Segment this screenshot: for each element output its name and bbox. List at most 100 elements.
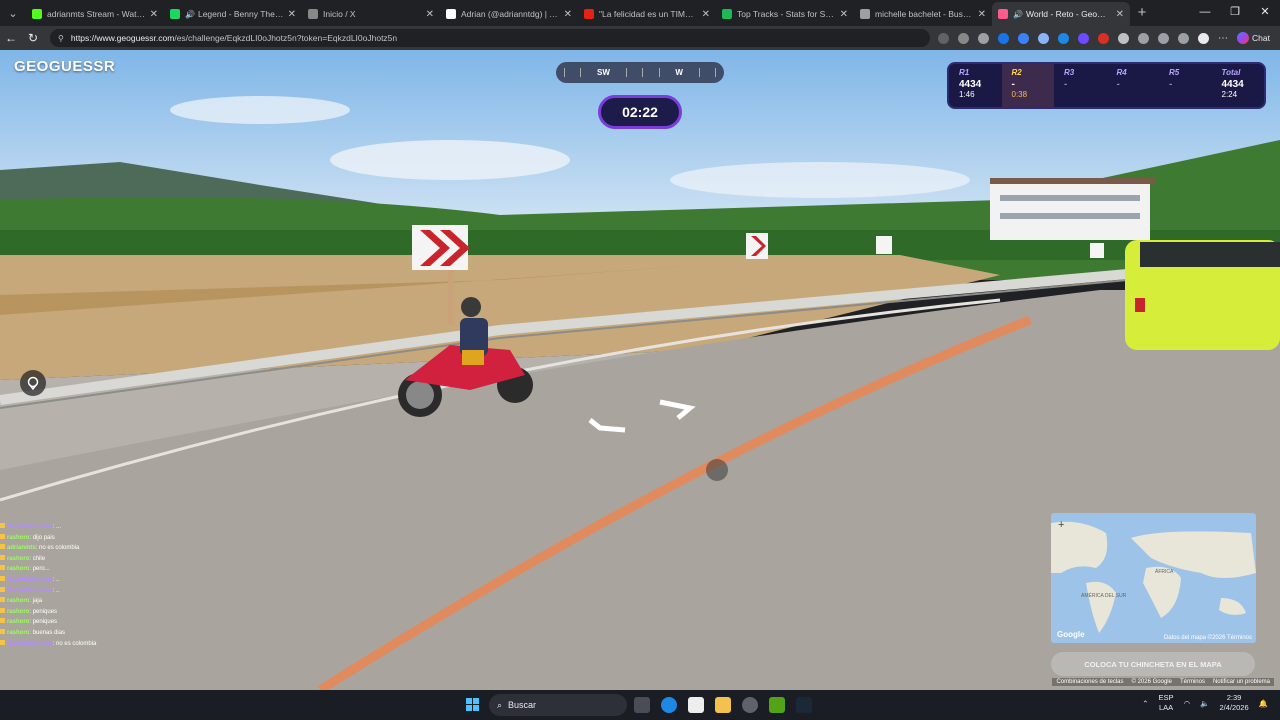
minimize-button[interactable]: — bbox=[1190, 0, 1220, 24]
tab-search-icon[interactable]: ⌄ bbox=[0, 0, 26, 26]
round-score: - bbox=[1169, 79, 1173, 90]
profile-avatar[interactable] bbox=[1198, 32, 1209, 44]
round-label: R3 bbox=[1064, 68, 1075, 77]
report-problem-link[interactable]: Notificar un problema bbox=[1213, 679, 1270, 685]
language-indicator[interactable]: ESP LAA bbox=[1159, 693, 1174, 713]
search-icon: ⌕ bbox=[497, 699, 503, 710]
tab-close-icon[interactable]: ✕ bbox=[564, 9, 572, 20]
terms-link[interactable]: Términos bbox=[1180, 679, 1205, 685]
chat-badge-icon bbox=[0, 565, 5, 571]
browser-tab[interactable]: adrianmts Stream - Watch Live ✕ bbox=[26, 2, 164, 26]
chrome-icon[interactable] bbox=[742, 697, 758, 713]
store-icon[interactable] bbox=[688, 697, 704, 713]
extension-icon[interactable] bbox=[1018, 32, 1029, 44]
browser-tab[interactable]: 🔊Legend - Benny The Butch ✕ bbox=[164, 2, 302, 26]
compass-tick bbox=[642, 68, 644, 77]
extension-icon[interactable] bbox=[1038, 32, 1049, 44]
language-code: ESP bbox=[1158, 693, 1174, 702]
return-to-start-button[interactable] bbox=[20, 370, 46, 396]
extension-icon[interactable] bbox=[998, 32, 1009, 44]
steam-icon[interactable] bbox=[796, 697, 812, 713]
round-score: 4434 bbox=[959, 79, 982, 90]
round-3-score: R3 - bbox=[1054, 64, 1107, 107]
taskbar-search[interactable]: ⌕ Buscar bbox=[489, 694, 627, 716]
extension-icon[interactable] bbox=[1058, 32, 1069, 44]
street-view[interactable]: GEOGUESSR SW W 02:22 R1 4434 1:46 R2-0:38 R3… bbox=[0, 50, 1280, 690]
tab-title: Adrian (@adrianntdg) | TikTok bbox=[461, 9, 560, 19]
reading-list-icon[interactable] bbox=[1158, 32, 1169, 44]
start-button[interactable] bbox=[466, 698, 480, 712]
file-explorer-icon[interactable] bbox=[715, 697, 731, 713]
tab-title: "La felicidad es un TIMO", AM bbox=[599, 9, 698, 19]
chat-text: no es colombia bbox=[56, 640, 97, 647]
streaming-app-icon[interactable] bbox=[769, 697, 785, 713]
notification-bell-icon[interactable]: 🔔 bbox=[1259, 699, 1268, 708]
tab-close-icon[interactable]: ✕ bbox=[288, 9, 296, 20]
taskbar: ⌕ Buscar ⌃ ESP LAA ◠ 🔈 2:39 2/4/2026 🔔 bbox=[0, 690, 1280, 720]
keyboard-shortcuts-link[interactable]: Combinaciones de teclas bbox=[1056, 679, 1123, 685]
install-icon[interactable] bbox=[938, 32, 949, 44]
world-map[interactable] bbox=[1051, 513, 1256, 643]
compass-heading-w: W bbox=[675, 68, 683, 77]
wifi-icon[interactable]: ◠ bbox=[1184, 699, 1191, 708]
extension-icon[interactable] bbox=[1118, 32, 1129, 44]
browser-tab[interactable]: Inicio / X ✕ bbox=[302, 2, 440, 26]
edge-icon[interactable] bbox=[661, 697, 677, 713]
browser-tab[interactable]: Top Tracks - Stats for Spotify ✕ bbox=[716, 2, 854, 26]
address-bar-row: ← ↻ ⚲ https://www.geoguessr.com /es/chal… bbox=[0, 26, 1280, 50]
copyright-text: © 2026 Google bbox=[1131, 679, 1172, 685]
site-info-icon[interactable]: ⚲ bbox=[58, 34, 64, 43]
browser-tab[interactable]: "La felicidad es un TIMO", AM ✕ bbox=[578, 2, 716, 26]
reload-icon[interactable]: ↻ bbox=[22, 31, 44, 45]
tab-favicon bbox=[170, 9, 180, 19]
extension-icon[interactable] bbox=[1078, 32, 1089, 44]
more-menu-icon[interactable]: ⋯ bbox=[1218, 33, 1229, 44]
system-tray: ⌃ ESP LAA ◠ 🔈 2:39 2/4/2026 🔔 bbox=[1142, 693, 1268, 713]
tab-close-icon[interactable]: ✕ bbox=[840, 9, 848, 20]
bookmark-star-icon[interactable] bbox=[978, 32, 989, 44]
ad-block-icon[interactable] bbox=[958, 32, 969, 44]
browser-tab[interactable]: 🔊World - Reto - GeoGuessr ✕ bbox=[992, 2, 1130, 26]
map-label: ÁFRICA bbox=[1155, 569, 1174, 575]
chat-badge-icon bbox=[0, 586, 5, 592]
extensions: ⋯ bbox=[938, 32, 1229, 44]
puzzle-icon[interactable] bbox=[1138, 32, 1149, 44]
chat-text: buenas dias bbox=[32, 629, 66, 636]
chat-text: chile bbox=[32, 555, 46, 562]
tab-close-icon[interactable]: ✕ bbox=[426, 9, 434, 20]
clock[interactable]: 2:39 2/4/2026 bbox=[1219, 693, 1248, 713]
chat-text: ... bbox=[56, 524, 62, 530]
url-field[interactable]: ⚲ https://www.geoguessr.com /es/challeng… bbox=[50, 29, 930, 47]
maximize-button[interactable]: ❐ bbox=[1220, 0, 1250, 24]
chat-button[interactable]: Chat bbox=[1237, 32, 1270, 44]
tab-close-icon[interactable]: ✕ bbox=[702, 9, 710, 20]
zoom-in-button[interactable]: + bbox=[1058, 519, 1064, 531]
tab-close-icon[interactable]: ✕ bbox=[1116, 9, 1124, 20]
task-view-icon[interactable] bbox=[634, 697, 650, 713]
compass-heading-sw: SW bbox=[597, 68, 610, 77]
guess-minimap[interactable]: + Google AMÉRICA DEL SUR ÁFRICA Datos de… bbox=[1051, 513, 1256, 643]
chevron-up-icon[interactable]: ⌃ bbox=[1142, 699, 1148, 708]
taskbar-search-label: Buscar bbox=[508, 700, 537, 710]
close-window-button[interactable]: ✕ bbox=[1250, 0, 1280, 24]
tab-close-icon[interactable]: ✕ bbox=[150, 9, 158, 20]
chat-username: rashoro bbox=[7, 598, 30, 605]
new-tab-button[interactable]: + bbox=[1130, 2, 1154, 26]
geoguessr-logo[interactable]: GEOGUESSR bbox=[14, 58, 115, 75]
guess-button[interactable]: COLOCA TU CHINCHETA EN EL MAPA bbox=[1051, 652, 1255, 676]
volume-icon[interactable]: 🔈 bbox=[1200, 699, 1209, 708]
browser-tab[interactable]: michelle bachelet - Buscar con ✕ bbox=[854, 2, 992, 26]
url-host: https://www.geoguessr.com bbox=[70, 33, 175, 43]
favorites-icon[interactable] bbox=[1178, 32, 1189, 44]
tab-audio-icon[interactable]: 🔊 bbox=[1013, 10, 1023, 19]
tab-audio-icon[interactable]: 🔊 bbox=[185, 10, 195, 19]
tab-close-icon[interactable]: ✕ bbox=[978, 9, 986, 20]
chat-username: rashoro bbox=[7, 566, 30, 573]
tab-strip: ⌄ adrianmts Stream - Watch Live✕🔊Legend … bbox=[0, 0, 1280, 26]
back-icon[interactable]: ← bbox=[0, 31, 22, 45]
chat-message: adrianmts: no es colombia bbox=[0, 543, 160, 554]
browser-tab[interactable]: Adrian (@adrianntdg) | TikTok ✕ bbox=[440, 2, 578, 26]
chat-text: .. bbox=[56, 576, 60, 583]
extension-icon[interactable] bbox=[1098, 32, 1109, 44]
tab-favicon bbox=[584, 9, 594, 19]
